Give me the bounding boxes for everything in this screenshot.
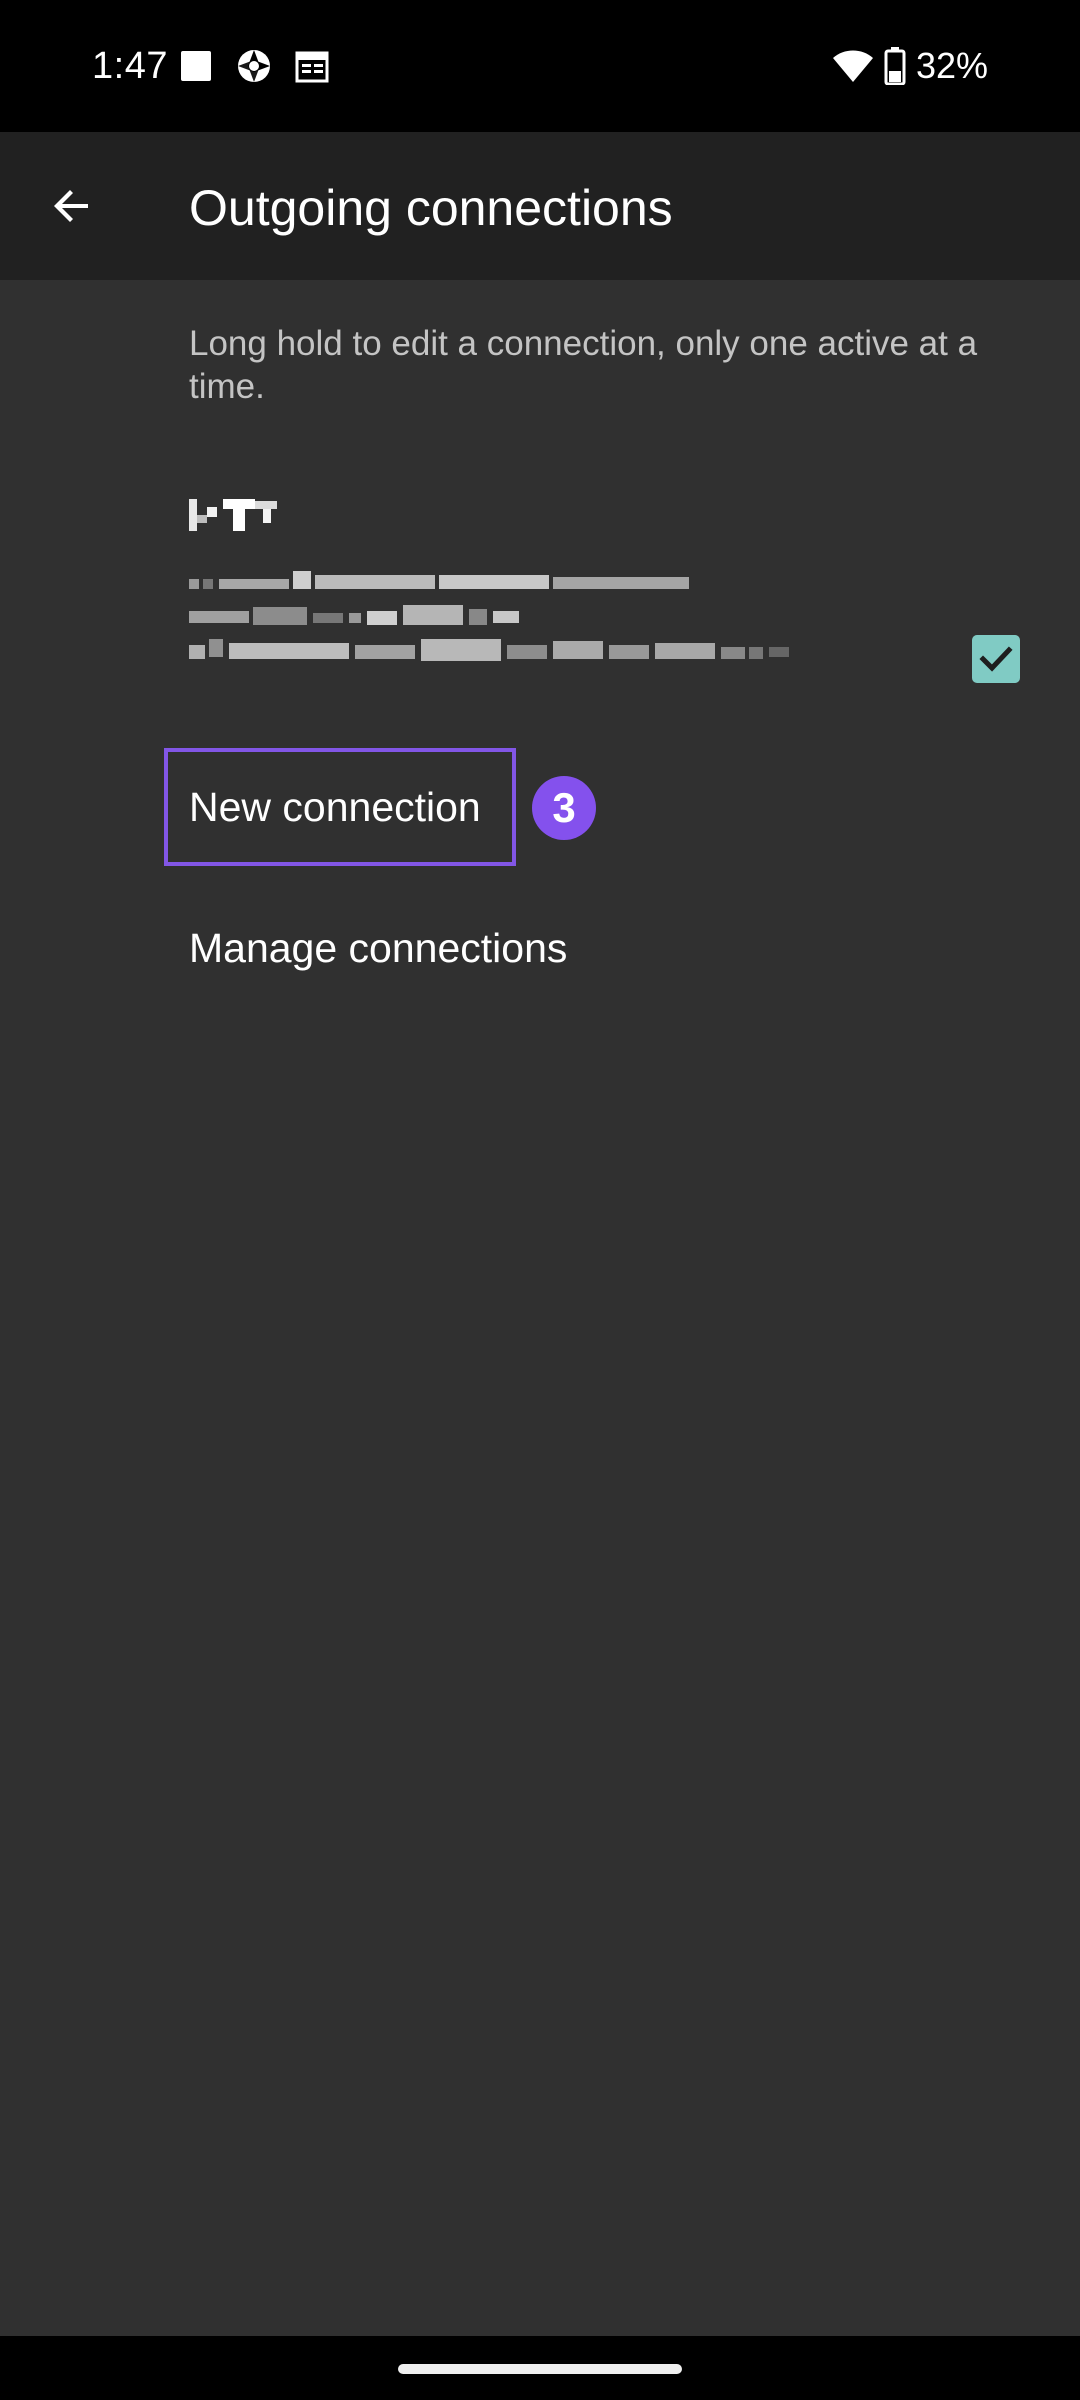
wifi-icon xyxy=(832,50,873,82)
back-button[interactable] xyxy=(36,170,108,242)
manage-connections-button[interactable]: Manage connections xyxy=(189,923,567,973)
tutorial-highlight-box xyxy=(164,748,516,866)
status-bar: 1:47 32% xyxy=(0,0,1080,132)
main-content: Long hold to edit a connection, only one… xyxy=(0,280,1080,2336)
app-bar: Outgoing connections xyxy=(0,132,1080,280)
status-right-group: 32% xyxy=(832,40,988,92)
step-number-badge: 3 xyxy=(532,776,596,840)
arrow-back-icon xyxy=(54,190,88,222)
status-time: 1:47 xyxy=(92,45,168,87)
square-notification-icon xyxy=(181,51,211,81)
battery-icon xyxy=(884,47,906,85)
calendar-icon xyxy=(295,51,329,83)
navigation-bar xyxy=(0,2336,1080,2400)
home-gesture-handle[interactable] xyxy=(398,2364,682,2374)
aperture-icon xyxy=(238,50,270,82)
redacted-connection-name xyxy=(189,499,277,531)
active-connection-checkbox[interactable] xyxy=(972,635,1020,683)
battery-percent: 32% xyxy=(915,45,988,86)
connection-item[interactable] xyxy=(0,495,1080,755)
hint-text: Long hold to edit a connection, only one… xyxy=(189,324,978,406)
page-title: Outgoing connections xyxy=(189,180,673,236)
checkmark-icon xyxy=(979,646,1013,672)
redacted-connection-details xyxy=(189,571,789,661)
